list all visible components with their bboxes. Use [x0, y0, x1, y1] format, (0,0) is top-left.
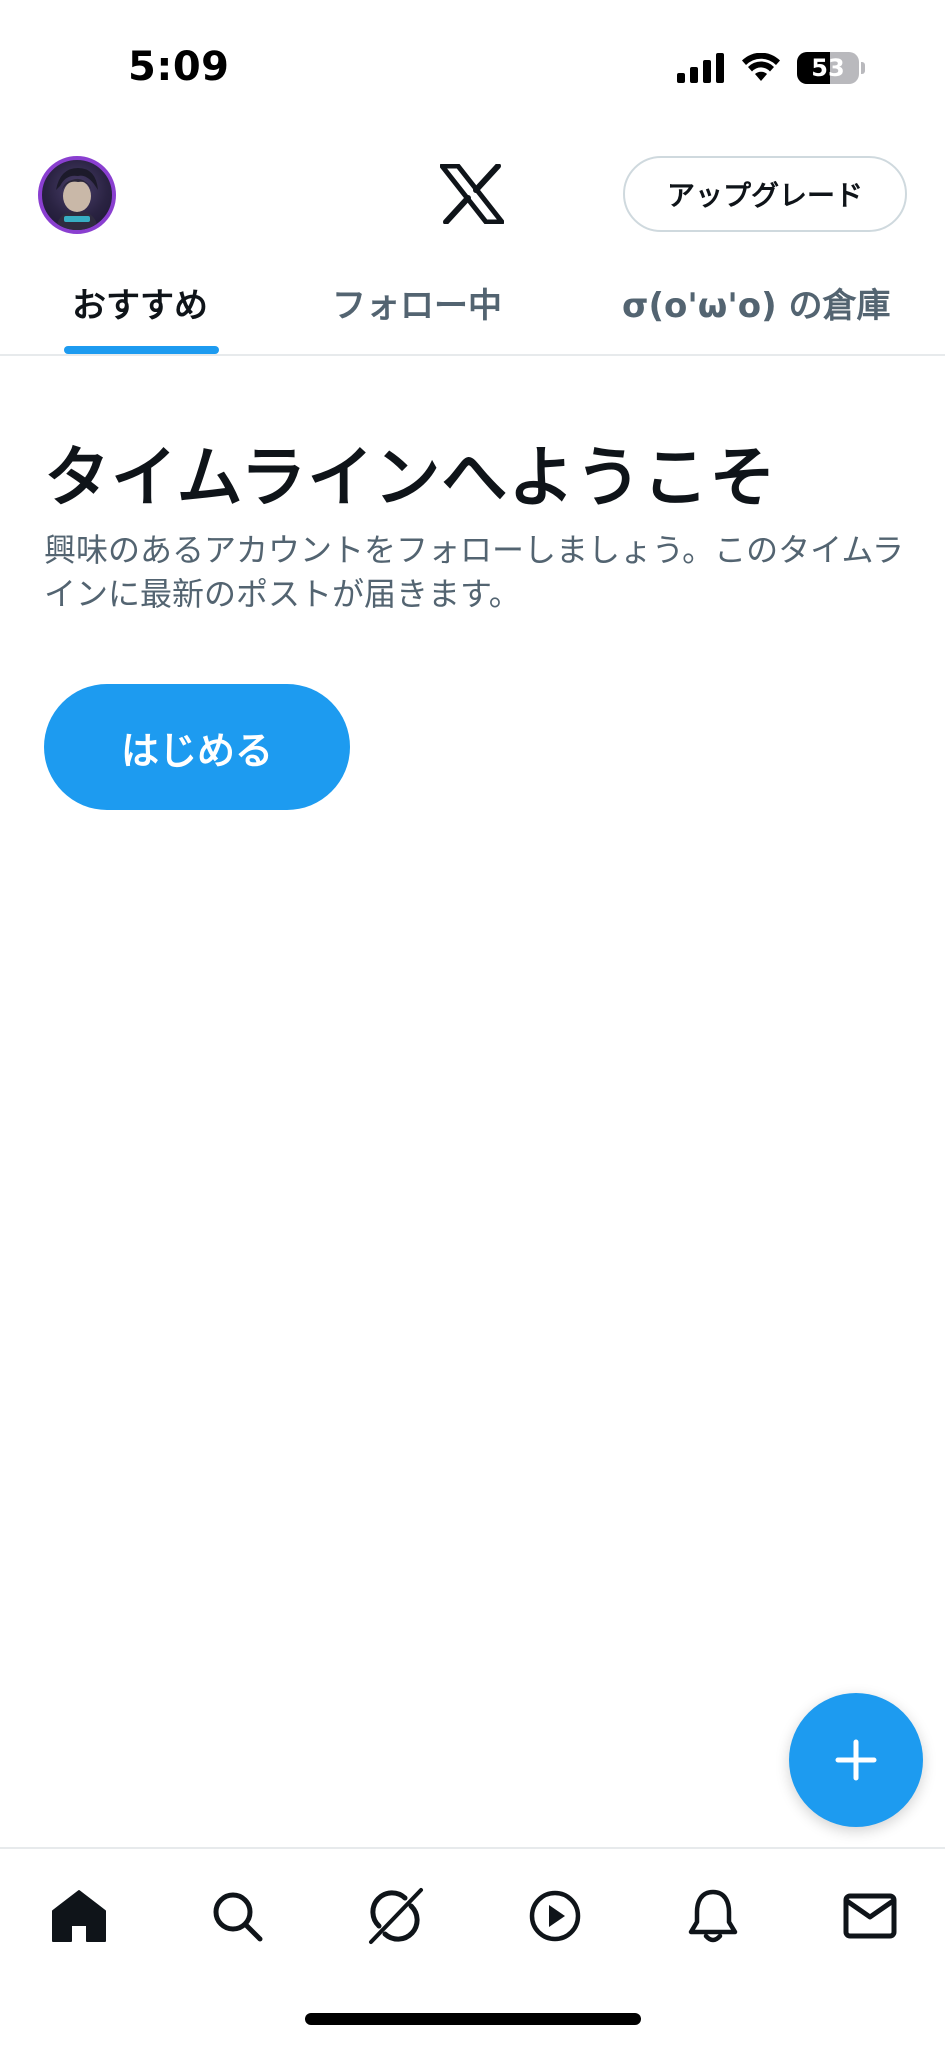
nav-search[interactable]	[202, 1881, 272, 1951]
active-tab-indicator	[64, 346, 219, 354]
nav-messages[interactable]	[835, 1881, 905, 1951]
tab-list[interactable]: σ(o'ω'o) の倉庫	[622, 278, 890, 327]
nav-grok[interactable]	[360, 1881, 430, 1951]
wifi-icon	[742, 53, 780, 81]
avatar-image	[56, 168, 98, 230]
nav-video[interactable]	[520, 1881, 590, 1951]
x-logo-icon[interactable]	[440, 164, 504, 224]
battery-level: 53	[811, 54, 845, 82]
home-indicator	[305, 2013, 641, 2025]
profile-avatar[interactable]	[38, 156, 116, 234]
welcome-title: タイムラインへようこそ	[44, 439, 777, 516]
search-icon	[213, 1892, 263, 1942]
status-icons: 53	[677, 52, 865, 84]
home-icon	[52, 1890, 106, 1942]
welcome-description: 興味のあるアカウントをフォローしましょう。このタイムラインに最新のポストが届きま…	[44, 531, 904, 613]
bell-icon	[688, 1889, 738, 1943]
battery-icon: 53	[797, 52, 859, 84]
video-play-icon	[529, 1890, 581, 1942]
status-time: 5:09	[128, 44, 230, 90]
battery-cap	[861, 62, 865, 74]
grok-icon	[369, 1888, 423, 1944]
cellular-signal-icon	[677, 53, 724, 83]
plus-icon	[835, 1739, 877, 1781]
home-screen: 5:09 53 アップグレード おすすめ フォロー中 σ(o'ω'o) の倉庫 …	[0, 0, 945, 2048]
nav-home[interactable]	[44, 1881, 114, 1951]
mail-icon	[843, 1893, 897, 1939]
tab-recommended[interactable]: おすすめ	[72, 278, 208, 327]
tab-following[interactable]: フォロー中	[332, 278, 502, 327]
nav-notifications[interactable]	[678, 1881, 748, 1951]
upgrade-button[interactable]: アップグレード	[623, 156, 907, 232]
compose-post-button[interactable]	[789, 1693, 923, 1827]
timeline-tabs: おすすめ フォロー中 σ(o'ω'o) の倉庫	[0, 260, 945, 356]
start-button[interactable]: はじめる	[44, 684, 350, 810]
